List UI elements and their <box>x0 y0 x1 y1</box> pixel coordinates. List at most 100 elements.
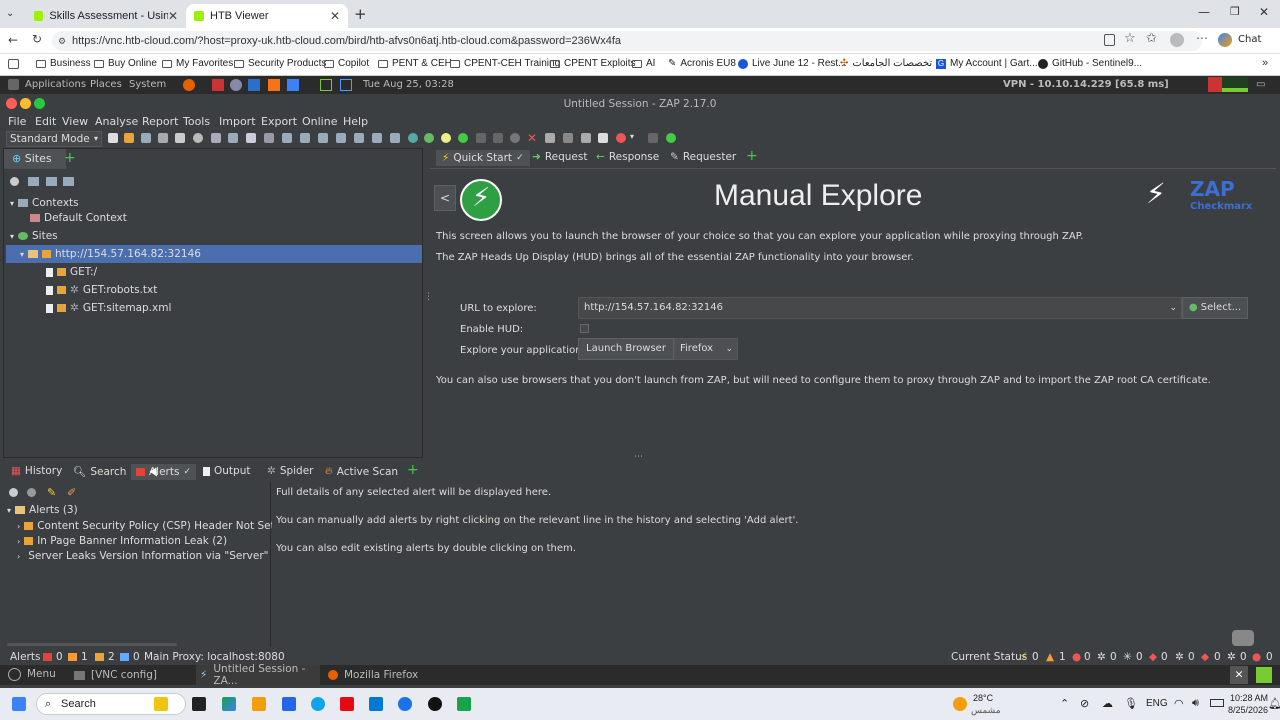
browser-icon[interactable] <box>398 697 412 711</box>
cloud-icon[interactable]: ☁ <box>1102 697 1113 710</box>
lightbulb-icon[interactable] <box>441 133 451 143</box>
places-menu[interactable]: Places <box>90 79 122 90</box>
applications-menu[interactable]: Applications <box>25 79 86 90</box>
close-window-icon[interactable]: ✕ <box>1259 5 1269 19</box>
snapshot-icon[interactable] <box>158 133 168 143</box>
menu-report[interactable]: Report <box>142 115 178 128</box>
tab-response[interactable]: ← Response <box>596 151 659 163</box>
bookmark-gartner[interactable]: G My Account | Gart... <box>936 58 1038 69</box>
splitter-handle[interactable]: ⋯ <box>634 452 643 462</box>
taskbar-item-vnc-config[interactable]: [VNC config] <box>70 665 194 685</box>
favorites-icon[interactable]: ✩ <box>1146 31 1157 46</box>
menu-export[interactable]: Export <box>261 115 297 128</box>
layout-icon[interactable] <box>282 133 292 143</box>
hud-icon[interactable] <box>616 133 626 143</box>
minimize-window-icon[interactable] <box>20 98 31 109</box>
tree-default-context[interactable]: Default Context <box>30 212 127 224</box>
layout-icon[interactable] <box>336 133 346 143</box>
toolbar-icon[interactable] <box>246 133 256 143</box>
launcher-icon[interactable] <box>340 79 352 91</box>
menu-online[interactable]: Online <box>302 115 337 128</box>
outlook-icon[interactable] <box>369 697 383 711</box>
sync-icon[interactable]: ⊘ <box>1080 697 1089 710</box>
back-icon[interactable]: ← <box>8 33 18 47</box>
menu-edit[interactable]: Edit <box>35 115 56 128</box>
toolbar-icon[interactable] <box>648 133 658 143</box>
drop-icon[interactable] <box>510 133 520 143</box>
alerts-root[interactable]: ▾ Alerts (3) <box>7 504 78 516</box>
add-tab-icon[interactable]: + <box>407 462 419 478</box>
new-session-icon[interactable] <box>108 133 118 143</box>
tree-node-sitemap[interactable]: ✲ GET:sitemap.xml <box>46 302 171 314</box>
mode-select[interactable]: Standard Mode ▾ <box>6 131 102 147</box>
windows-start-icon[interactable] <box>12 697 26 711</box>
bookmark-acronis[interactable]: ✎ Acronis EU8 <box>668 58 736 69</box>
terminal-launcher-icon[interactable] <box>320 79 332 91</box>
bookmark-github[interactable]: GitHub - Sentinel9... <box>1038 58 1142 69</box>
chevron-down-icon[interactable]: ⌄ <box>1169 298 1177 318</box>
show-sites-icon[interactable] <box>63 177 74 186</box>
back-button[interactable]: < <box>434 185 456 211</box>
taskbar-item-zap[interactable]: ⚡ Untitled Session - ZA... <box>196 663 320 687</box>
bookmark-ai[interactable]: AI <box>632 58 655 69</box>
scroll-helper-icon[interactable] <box>1232 630 1254 646</box>
maximize-icon[interactable]: ❐ <box>1230 5 1240 18</box>
chevron-up-icon[interactable]: ⌃ <box>1060 697 1069 710</box>
tab-spider[interactable]: ✲ Spider <box>267 465 314 477</box>
bookmark-cpent-ceh-training[interactable]: CPENT-CEH Training <box>450 58 560 69</box>
tab-quick-start[interactable]: ⚡ Quick Start ✓ <box>436 150 530 166</box>
more-bookmarks-icon[interactable]: » <box>1262 57 1268 69</box>
layout-icon[interactable] <box>264 133 274 143</box>
store-icon[interactable] <box>282 697 296 711</box>
minimize-icon[interactable]: — <box>1198 5 1210 19</box>
reload-icon[interactable]: ↻ <box>32 32 42 46</box>
launcher-icon[interactable] <box>230 79 242 91</box>
horizontal-scrollbar[interactable] <box>7 643 177 646</box>
workspace-icon[interactable] <box>1256 667 1272 683</box>
tree-host[interactable]: ▾ http://154.57.164.82:32146 <box>6 245 422 263</box>
browser-tab-htb-viewer[interactable]: HTB Viewer ✕ <box>186 4 348 28</box>
toolbar-icon[interactable] <box>581 133 591 143</box>
language-indicator[interactable]: ENG <box>1146 698 1168 709</box>
select-button[interactable]: ● Select... <box>1182 297 1248 319</box>
close-tab-icon[interactable]: ✕ <box>168 9 178 23</box>
cancel-icon[interactable]: ✕ <box>527 131 537 145</box>
microphone-icon[interactable]: 🎙︎ <box>1124 697 1138 710</box>
enable-hud-checkbox[interactable] <box>580 324 589 333</box>
browser-tab-skills[interactable]: Skills Assessment - Using Web Pro ✕ <box>26 4 186 28</box>
edit-pencil-icon[interactable]: ✎ <box>47 486 56 499</box>
continue-icon[interactable] <box>493 133 503 143</box>
bookmark-buy-online[interactable]: Buy Online <box>94 58 157 69</box>
tree-sites[interactable]: ▾ Sites <box>10 230 58 242</box>
bookmark-copilot[interactable]: Copilot <box>324 58 369 69</box>
bookmark-pent-ceh[interactable]: PENT & CEH <box>378 58 452 69</box>
delete-alert-icon[interactable]: ✐ <box>67 486 76 499</box>
open-session-icon[interactable] <box>124 133 134 143</box>
tab-requester[interactable]: ✎ Requester <box>670 151 736 163</box>
firefox-launcher-icon[interactable] <box>183 79 195 91</box>
add-tab-icon[interactable]: + <box>746 148 758 164</box>
weather-sun-icon[interactable] <box>953 697 967 711</box>
link-icon[interactable] <box>27 488 36 497</box>
menu-view[interactable]: View <box>62 115 88 128</box>
taskbar-item-firefox[interactable]: Mozilla Firefox <box>324 665 444 685</box>
splitter-handle[interactable]: ⋮ <box>424 292 433 306</box>
bookmark-cpent-exploits[interactable]: CPENT Exploits <box>550 58 636 69</box>
tab-output[interactable]: Output <box>203 465 250 477</box>
menu-import[interactable]: Import <box>219 115 256 128</box>
layout-icon[interactable] <box>390 133 400 143</box>
show-sites-icon[interactable] <box>46 177 57 186</box>
bookmark-security-products[interactable]: Security Products <box>234 58 326 69</box>
toolbar-icon[interactable] <box>563 133 573 143</box>
excel-icon[interactable] <box>457 697 471 711</box>
burp-launcher-icon[interactable] <box>268 79 280 91</box>
task-view-icon[interactable] <box>192 697 206 711</box>
tab-active-scan[interactable]: 🔥︎ Active Scan <box>325 465 398 478</box>
scope-icon[interactable] <box>408 133 418 143</box>
launcher-icon[interactable] <box>287 79 299 91</box>
netflix-icon[interactable] <box>340 697 354 711</box>
bookmark-arabic[interactable]: ✣ تخصصات الجامعات <box>840 58 932 69</box>
tab-request[interactable]: ➜ Request <box>532 151 587 163</box>
save-session-icon[interactable] <box>141 133 151 143</box>
filter-icon[interactable] <box>9 488 18 497</box>
